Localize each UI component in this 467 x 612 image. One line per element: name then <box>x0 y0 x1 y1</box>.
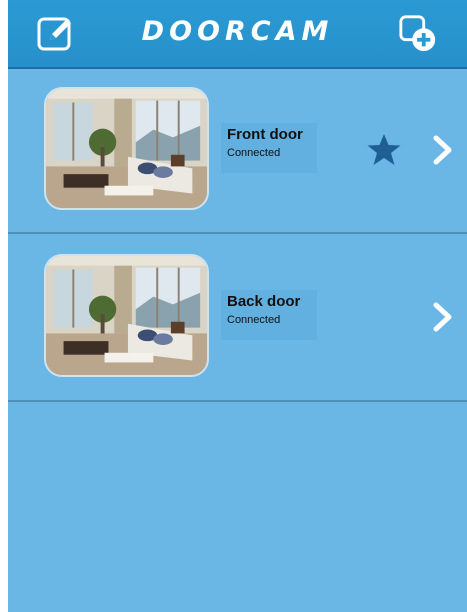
app-screen: DOORCAM Front door Connected Back door C… <box>8 0 467 612</box>
camera-name: Front door <box>227 126 303 143</box>
camera-row-back-door[interactable]: Back door Connected <box>8 234 467 402</box>
add-camera-icon <box>399 15 436 52</box>
camera-list: Front door Connected Back door Connected <box>8 69 467 402</box>
camera-name: Back door <box>227 293 301 310</box>
camera-status: Connected <box>227 314 281 326</box>
camera-preview-image <box>46 89 207 208</box>
camera-thumbnail <box>44 87 209 210</box>
add-camera-button[interactable] <box>398 14 438 54</box>
favorite-star-icon[interactable] <box>366 133 402 167</box>
chevron-right-icon[interactable] <box>432 302 454 332</box>
camera-status: Connected <box>227 147 281 159</box>
camera-preview-image <box>46 256 207 375</box>
chevron-right-icon[interactable] <box>432 135 454 165</box>
camera-thumbnail <box>44 254 209 377</box>
app-header: DOORCAM <box>8 0 467 69</box>
camera-row-front-door[interactable]: Front door Connected <box>8 69 467 234</box>
